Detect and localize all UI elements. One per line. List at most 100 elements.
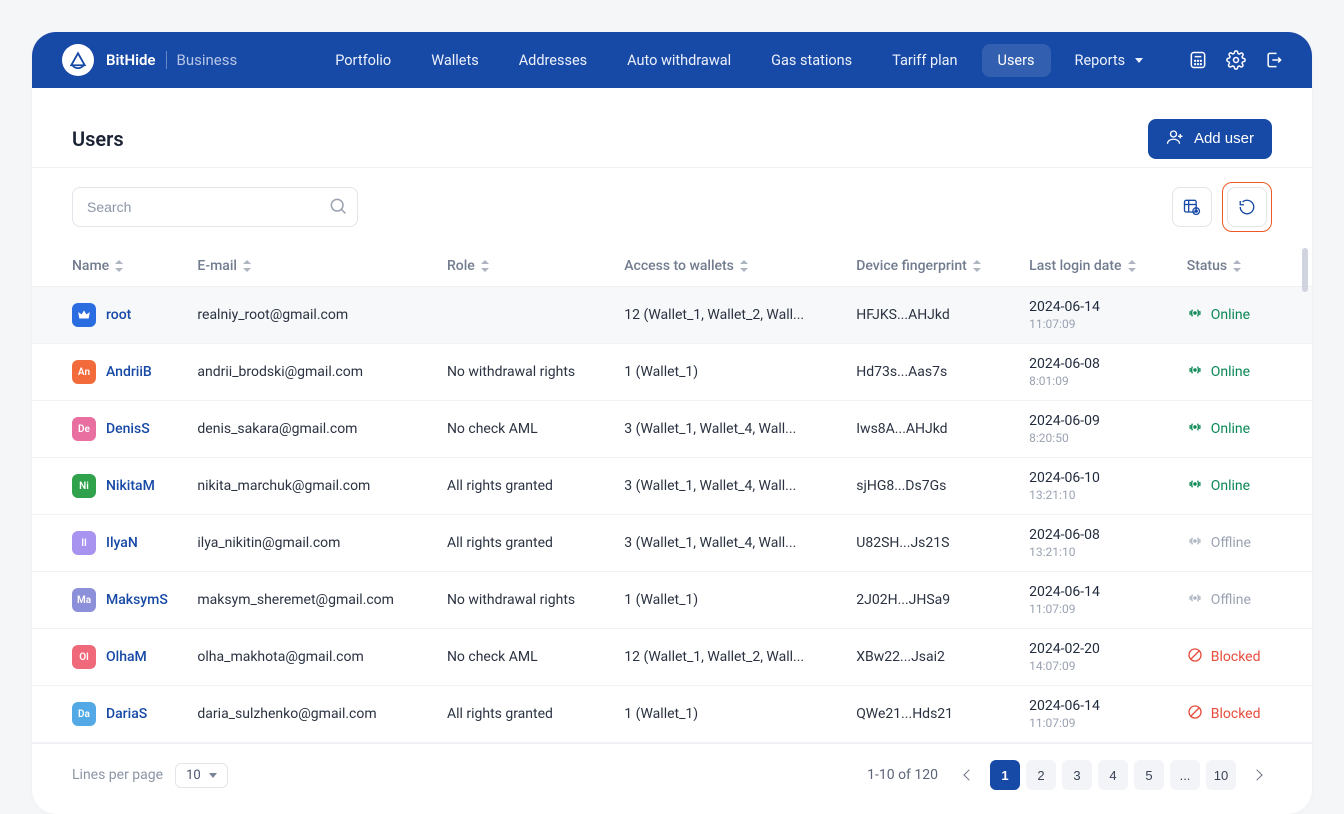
table-row[interactable]: NiNikitaMnikita_marchuk@gmail.comAll rig… [32,458,1312,515]
nav-item-addresses[interactable]: Addresses [503,44,603,77]
avatar: Da [72,702,96,726]
cell-device: XBw22...Jsai2 [848,629,1021,686]
cell-device: 2J02H...JHSa9 [848,572,1021,629]
chevron-right-icon [1251,769,1262,780]
col-header-access[interactable]: Access to wallets [616,246,848,287]
nav-item-label: Auto withdrawal [627,52,731,69]
table-scroll: Name E-mail Role Access to wallets Devic… [32,246,1312,743]
nav-item-portfolio[interactable]: Portfolio [319,44,407,77]
lines-per-page-select[interactable]: 10 [175,763,228,788]
page-next-button[interactable] [1242,760,1272,790]
page-header: Users Add user [32,88,1312,168]
cell-email: realniy_root@gmail.com [189,287,439,344]
col-header-device[interactable]: Device fingerprint [848,246,1021,287]
refresh-button[interactable] [1227,187,1267,227]
user-name-link[interactable]: DariaS [106,706,147,722]
settings-icon[interactable] [1226,50,1246,70]
avatar [72,303,96,327]
search-input[interactable] [72,187,358,227]
cell-access: 12 (Wallet_1, Wallet_2, Wall... [616,287,848,344]
table-footer: Lines per page 10 1-10 of 120 12345...10 [32,743,1312,814]
table-row[interactable]: IlIlyaNilya_nikitin@gmail.comAll rights … [32,515,1312,572]
page-1[interactable]: 1 [990,760,1020,790]
scrollbar-thumb[interactable] [1302,248,1308,292]
page-prev-button[interactable] [954,760,984,790]
user-name-link[interactable]: root [106,307,131,323]
lines-per-page-label: Lines per page [72,767,163,783]
col-header-login[interactable]: Last login date [1021,246,1179,287]
lines-per-page-value: 10 [186,768,201,783]
table-row[interactable]: OlOlhaMolha_makhota@gmail.comNo check AM… [32,629,1312,686]
logout-icon[interactable] [1264,50,1284,70]
table-row[interactable]: root realniy_root@gmail.com 12 (Wallet_1, … [32,287,1312,344]
cell-role [439,287,616,344]
cell-login: 2024-06-1013:21:10 [1021,458,1179,515]
col-header-role[interactable]: Role [439,246,616,287]
page-2[interactable]: 2 [1026,760,1056,790]
nav-item-reports[interactable]: Reports [1059,44,1160,77]
cell-email: andrii_brodski@gmail.com [189,344,439,401]
sort-icon [115,260,123,272]
user-name-link[interactable]: DenisS [106,421,150,437]
user-name-link[interactable]: IlyaN [106,535,138,551]
user-name-link[interactable]: NikitaM [106,478,155,494]
cell-access: 12 (Wallet_1, Wallet_2, Wall... [616,629,848,686]
nav-item-auto-withdrawal[interactable]: Auto withdrawal [611,44,747,77]
avatar: De [72,417,96,441]
chevron-down-icon [209,773,217,778]
status-text: Offline [1211,592,1251,608]
add-user-button[interactable]: Add user [1148,119,1272,159]
nav-item-wallets[interactable]: Wallets [415,44,495,77]
table-row[interactable]: MaMaksymSmaksym_sheremet@gmail.comNo wit… [32,572,1312,629]
cell-login: 2024-06-098:20:50 [1021,401,1179,458]
calculator-icon[interactable] [1188,50,1208,70]
user-name-link[interactable]: OlhaM [106,649,147,665]
nav-item-gas-stations[interactable]: Gas stations [755,44,868,77]
user-name-link[interactable]: MaksymS [106,592,168,608]
cell-role: All rights granted [439,515,616,572]
nav-actions [1188,50,1284,70]
col-header-email[interactable]: E-mail [189,246,439,287]
status-text: Online [1211,478,1250,494]
search-icon [328,196,348,220]
nav-item-label: Addresses [519,52,587,69]
column-settings-button[interactable] [1172,187,1212,227]
search-wrap [72,187,358,227]
cell-status: Online [1179,401,1312,458]
cell-role: All rights granted [439,686,616,743]
page-10[interactable]: 10 [1206,760,1236,790]
avatar: Il [72,531,96,555]
page-4[interactable]: 4 [1098,760,1128,790]
col-header-name[interactable]: Name [32,246,189,287]
pager: 12345...10 [954,760,1272,790]
avatar: Ma [72,588,96,612]
page-5[interactable]: 5 [1134,760,1164,790]
chevron-down-icon [1135,58,1143,63]
cell-login: 2024-06-1411:07:09 [1021,287,1179,344]
cell-access: 1 (Wallet_1) [616,572,848,629]
nav-item-label: Wallets [431,52,479,69]
status-text: Blocked [1211,649,1261,665]
nav-item-label: Users [998,52,1035,69]
table-row[interactable]: DaDariaSdaria_sulzhenko@gmail.comAll rig… [32,686,1312,743]
nav-item-tariff-plan[interactable]: Tariff plan [876,44,973,77]
user-name-link[interactable]: AndriiB [106,364,152,380]
page-3[interactable]: 3 [1062,760,1092,790]
brand: BitHide Business [62,44,237,76]
toolbar-right [1172,182,1272,232]
nav-item-users[interactable]: Users [982,44,1051,77]
cell-login: 2024-06-1411:07:09 [1021,572,1179,629]
sort-icon [1233,260,1241,272]
avatar: Ni [72,474,96,498]
col-header-status[interactable]: Status [1179,246,1312,287]
table-row[interactable]: DeDenisSdenis_sakara@gmail.comNo check A… [32,401,1312,458]
cell-device: HFJKS...AHJkd [848,287,1021,344]
cell-status: Online [1179,458,1312,515]
cell-login: 2024-06-088:01:09 [1021,344,1179,401]
table-row[interactable]: AnAndriiBandrii_brodski@gmail.comNo with… [32,344,1312,401]
cell-role: No check AML [439,629,616,686]
status-icon [1187,476,1203,496]
page-title: Users [72,127,124,151]
brand-name: BitHide [106,51,156,69]
cell-login: 2024-06-1411:07:09 [1021,686,1179,743]
